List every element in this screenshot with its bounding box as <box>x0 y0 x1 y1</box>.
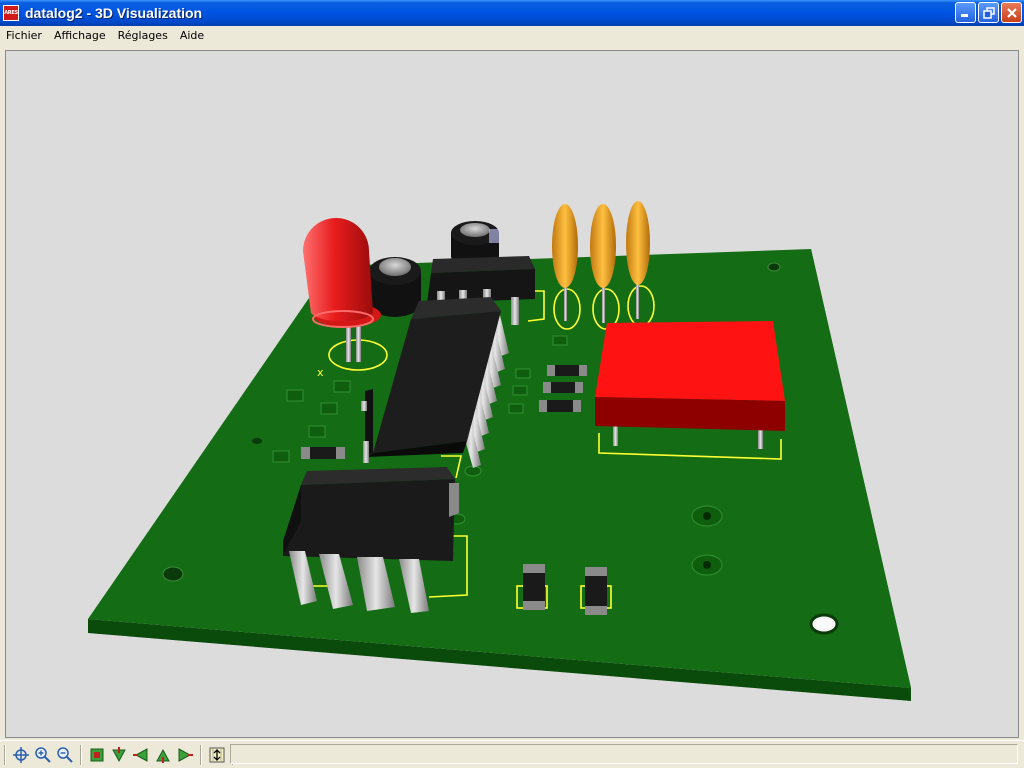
view-right-icon <box>178 747 193 762</box>
title-bar: ARES datalog2 - 3D Visualization <box>0 0 1024 26</box>
menu-fichier[interactable]: Fichier <box>0 27 48 45</box>
pad <box>552 335 568 346</box>
view-back-icon <box>155 748 170 763</box>
ic-pin <box>511 297 519 325</box>
view-top-icon <box>90 748 103 761</box>
menu-aide[interactable]: Aide <box>174 27 210 45</box>
smd-resistor[interactable] <box>547 365 587 376</box>
electrolytic-capacitor[interactable] <box>369 257 421 317</box>
mounting-hole <box>162 566 184 582</box>
relay-pin <box>758 429 763 449</box>
view-front-button[interactable] <box>108 744 129 766</box>
view-left-icon <box>132 747 147 762</box>
app-logo-text: ARES <box>4 10 18 16</box>
toolbar-separator <box>200 744 202 765</box>
pad <box>333 380 351 393</box>
pad <box>286 389 304 402</box>
status-bar <box>230 744 1018 764</box>
menu-reglages[interactable]: Réglages <box>112 27 174 45</box>
restore-icon <box>982 6 995 19</box>
mounting-hole <box>767 262 781 272</box>
menu-affichage[interactable]: Affichage <box>48 27 112 45</box>
led-lead <box>346 326 351 362</box>
zoom-in-button[interactable] <box>32 744 53 766</box>
pad <box>272 450 290 463</box>
ic-pin <box>449 483 459 517</box>
close-icon <box>1006 7 1017 18</box>
minimize-icon <box>961 14 968 17</box>
minimize-button[interactable] <box>955 2 976 23</box>
smd-resistor[interactable] <box>301 447 345 459</box>
pad <box>512 385 528 396</box>
pan-icon <box>12 746 29 763</box>
relay-pin <box>613 426 618 446</box>
close-button[interactable] <box>1001 2 1022 23</box>
window-controls <box>955 2 1022 23</box>
restore-button[interactable] <box>978 2 999 23</box>
smd-resistor[interactable] <box>539 400 581 412</box>
smd-resistor[interactable] <box>523 564 545 610</box>
toolbar-separator <box>80 744 82 765</box>
pad-hole <box>703 512 711 520</box>
toolbar-separator <box>4 744 6 765</box>
led-lead <box>356 326 361 362</box>
view-left-button[interactable] <box>130 744 151 766</box>
app-logo: ARES <box>3 5 19 21</box>
menu-bar: Fichier Affichage Réglages Aide <box>0 26 1024 46</box>
height-scale-button[interactable] <box>206 744 227 766</box>
pad <box>508 403 524 414</box>
zoom-in-icon <box>34 746 51 763</box>
pad-hole <box>703 561 711 569</box>
pcb-3d-scene[interactable]: x <box>6 51 1019 738</box>
view-front-icon <box>111 746 126 762</box>
smd-resistor[interactable] <box>585 567 607 615</box>
view-top-button[interactable] <box>86 744 107 766</box>
pad <box>320 402 338 415</box>
silk-marker: x <box>317 366 324 379</box>
mounting-hole <box>252 438 262 444</box>
view-right-button[interactable] <box>174 744 195 766</box>
zoom-out-icon <box>56 746 73 763</box>
pad <box>308 425 326 438</box>
pan-button[interactable] <box>10 744 31 766</box>
height-scale-icon <box>209 747 224 762</box>
pad <box>515 368 531 379</box>
zoom-out-button[interactable] <box>54 744 75 766</box>
smd-resistor[interactable] <box>543 382 583 393</box>
mounting-hole <box>809 613 839 635</box>
view-back-button[interactable] <box>152 744 173 766</box>
3d-viewport[interactable]: x <box>5 50 1019 738</box>
window-title: datalog2 - 3D Visualization <box>25 5 203 21</box>
